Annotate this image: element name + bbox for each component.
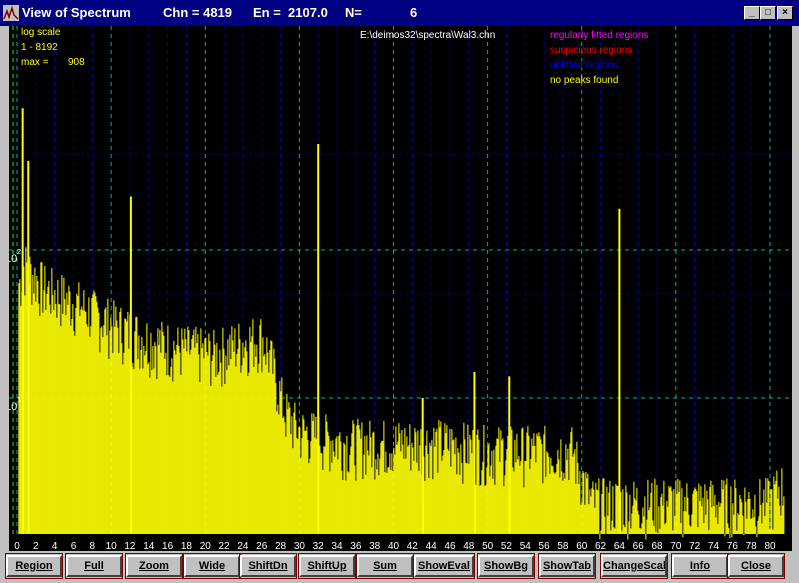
- legend-suspicious: suspicious regions: [550, 45, 633, 56]
- x-tick-label: 56: [539, 541, 551, 551]
- x-tick-label: 22: [219, 541, 231, 551]
- full-button[interactable]: Full: [66, 555, 122, 577]
- legend-regular: regularly fitted regions: [550, 30, 649, 41]
- zoom-button[interactable]: Zoom: [126, 555, 182, 577]
- showeval-button[interactable]: ShowEval: [414, 555, 474, 577]
- y-tick-label-exp: 1: [17, 397, 21, 404]
- x-tick-label: 16: [162, 541, 174, 551]
- x-tick-label: 20: [200, 541, 212, 551]
- showbg-button[interactable]: ShowBg: [478, 555, 534, 577]
- x-tick-label: 42: [407, 541, 419, 551]
- file-path: E:\deimos32\spectra\Wal3.chn: [360, 30, 496, 41]
- x-tick-label: 62: [595, 541, 607, 551]
- showtab-button[interactable]: ShowTab: [539, 555, 595, 577]
- x-tick-label: 10: [106, 541, 118, 551]
- x-tick-label: 58: [557, 541, 569, 551]
- x-tick-label: 30: [294, 541, 306, 551]
- x-tick-label: 64: [614, 541, 626, 551]
- close-icon[interactable]: ×: [777, 6, 793, 20]
- energy-readout: En = 2107.0: [253, 5, 328, 20]
- changescale-button[interactable]: ChangeScale: [601, 555, 667, 577]
- x-tick-label: 38: [369, 541, 381, 551]
- minimize-icon[interactable]: _: [744, 6, 760, 20]
- x-tick-label: 76: [727, 541, 739, 551]
- scale-label: log scale: [21, 27, 61, 38]
- x-tick-label: 28: [275, 541, 287, 551]
- x-tick-label: 52: [501, 541, 513, 551]
- x-tick-label: 60: [576, 541, 588, 551]
- close-button[interactable]: Close: [728, 555, 784, 577]
- legend-unfitted: unfitted regions: [550, 60, 619, 71]
- x-tick-label: 12: [124, 541, 136, 551]
- button-bar: Region Full Zoom Wide ShiftDn ShiftUp Sum ShowE…: [0, 551, 799, 583]
- max-value: 908: [68, 57, 85, 68]
- x-tick-label: 50: [482, 541, 494, 551]
- x-tick-label: 72: [689, 541, 701, 551]
- shiftup-button[interactable]: ShiftUp: [299, 555, 355, 577]
- window-title: View of Spectrum: [22, 5, 131, 20]
- x-tick-label: 80: [764, 541, 776, 551]
- x-tick-label: 36: [350, 541, 362, 551]
- wide-button[interactable]: Wide: [184, 555, 240, 577]
- title-bar: View of Spectrum Chn = 4819 En = 2107.0 …: [0, 0, 799, 26]
- n-value: 6: [410, 5, 418, 20]
- x-tick-label: 2: [33, 541, 39, 551]
- shiftdn-button[interactable]: ShiftDn: [240, 555, 296, 577]
- max-label: max =: [21, 57, 49, 68]
- x-tick-label: 70: [670, 541, 682, 551]
- sum-button[interactable]: Sum: [357, 555, 413, 577]
- x-tick-label: 32: [313, 541, 325, 551]
- x-tick-label: 18: [181, 541, 193, 551]
- x-tick-label: 54: [520, 541, 532, 551]
- x-tick-label: 78: [746, 541, 758, 551]
- x-tick-label: 14: [143, 541, 155, 551]
- x-tick-label: 8: [90, 541, 96, 551]
- spectrum-plot[interactable]: 1011020246810121416182022242628303234363…: [9, 26, 792, 551]
- channel-readout: Chn = 4819: [163, 5, 233, 20]
- info-button[interactable]: Info: [672, 555, 728, 577]
- x-tick-label: 68: [651, 541, 663, 551]
- x-tick-label: 46: [444, 541, 456, 551]
- x-tick-label: 48: [463, 541, 475, 551]
- y-tick-label-exp: 2: [17, 249, 21, 256]
- x-tick-label: 66: [633, 541, 645, 551]
- region-button[interactable]: Region: [6, 555, 62, 577]
- x-tick-label: 34: [331, 541, 343, 551]
- x-tick-label: 4: [52, 541, 58, 551]
- maximize-icon[interactable]: □: [760, 6, 776, 20]
- n-label: N=: [345, 5, 362, 20]
- range-label: 1 - 8192: [21, 42, 58, 53]
- spectrum-chart[interactable]: 1011020246810121416182022242628303234363…: [9, 26, 792, 551]
- spectrum-series: [18, 247, 785, 540]
- spectrum-app-icon: [3, 5, 19, 21]
- x-tick-label: 6: [71, 541, 77, 551]
- x-tick-label: 44: [426, 541, 438, 551]
- x-tick-label: 26: [256, 541, 268, 551]
- x-tick-label: 40: [388, 541, 400, 551]
- x-tick-label: 0: [14, 541, 20, 551]
- x-tick-label: 74: [708, 541, 720, 551]
- legend-no-peaks: no peaks found: [550, 75, 619, 86]
- x-tick-label: 24: [237, 541, 249, 551]
